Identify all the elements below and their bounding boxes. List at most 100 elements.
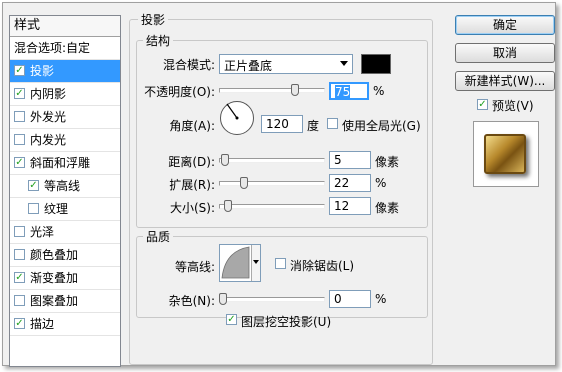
style-item[interactable]: 等高线 — [10, 175, 120, 198]
contour-dropdown-icon[interactable] — [251, 245, 260, 281]
style-item-checkbox[interactable] — [14, 157, 25, 168]
style-item[interactable]: 投影 — [10, 60, 120, 83]
style-item-label: 内发光 — [30, 133, 67, 147]
opacity-input[interactable]: 75 — [329, 82, 369, 100]
style-item[interactable]: 渐变叠加 — [10, 267, 120, 290]
angle-unit: 度 — [307, 119, 320, 133]
style-item[interactable]: 颜色叠加 — [10, 244, 120, 267]
style-item-checkbox[interactable] — [14, 111, 25, 122]
style-item-label: 内阴影 — [30, 87, 67, 101]
blend-mode-label: 混合模式: — [162, 58, 215, 72]
contour-label: 等高线: — [174, 260, 215, 274]
style-item-label: 纹理 — [44, 202, 69, 216]
opacity-slider-thumb[interactable] — [291, 84, 299, 96]
opacity-slider[interactable] — [219, 88, 325, 93]
distance-slider[interactable] — [219, 158, 325, 163]
distance-input[interactable]: 5 — [329, 151, 371, 169]
anti-alias-checkbox[interactable] — [275, 258, 286, 269]
style-item[interactable]: 图案叠加 — [10, 290, 120, 313]
distance-value: 5 — [334, 153, 342, 167]
blend-options-label: 混合选项:自定 — [14, 41, 91, 55]
structure-group: 结构 混合模式: 正片叠底 不透明度(O): 75 % 角度(A): 120 度… — [136, 32, 428, 228]
spread-percent: % — [375, 176, 387, 190]
angle-label: 角度(A): — [169, 119, 215, 133]
style-item-checkbox[interactable] — [28, 203, 39, 214]
style-item[interactable]: 内发光 — [10, 129, 120, 152]
styles-list: 样式 混合选项:自定 投影内阴影外发光内发光斜面和浮雕等高线纹理光泽颜色叠加渐变… — [9, 15, 121, 367]
spread-value: 22 — [334, 176, 350, 190]
contour-picker[interactable] — [219, 244, 261, 282]
style-item[interactable]: 斜面和浮雕 — [10, 152, 120, 175]
cancel-button[interactable]: 取消 — [455, 43, 555, 63]
angle-input[interactable]: 120 — [261, 115, 303, 133]
spread-slider-thumb[interactable] — [240, 177, 249, 189]
size-input[interactable]: 12 — [329, 197, 371, 215]
angle-needle-icon — [226, 103, 239, 120]
style-item-label: 投影 — [30, 64, 55, 78]
style-item-checkbox[interactable] — [14, 226, 25, 237]
size-label: 大小(S): — [169, 201, 215, 215]
style-item-checkbox[interactable] — [14, 134, 25, 145]
global-light-checkbox[interactable] — [327, 118, 338, 129]
style-item-label: 渐变叠加 — [30, 271, 79, 285]
quality-title: 品质 — [143, 228, 174, 245]
styles-header: 样式 — [10, 16, 120, 37]
style-item[interactable]: 描边 — [10, 313, 120, 336]
spread-input[interactable]: 22 — [329, 174, 371, 192]
style-item[interactable]: 光泽 — [10, 221, 120, 244]
noise-percent: % — [375, 292, 387, 306]
spread-slider[interactable] — [219, 181, 325, 186]
anti-alias-label: 消除锯齿(L) — [290, 259, 355, 273]
ok-button[interactable]: 确定 — [455, 15, 555, 35]
distance-unit: 像素 — [375, 155, 400, 169]
size-unit: 像素 — [375, 201, 400, 215]
opacity-percent: % — [373, 84, 385, 98]
style-item-label: 等高线 — [44, 179, 81, 193]
blend-options-item[interactable]: 混合选项:自定 — [10, 37, 120, 60]
drop-shadow-title: 投影 — [138, 11, 169, 28]
style-item-checkbox[interactable] — [14, 88, 25, 99]
style-item-label: 颜色叠加 — [30, 248, 79, 262]
angle-dial[interactable] — [220, 101, 254, 135]
style-item[interactable]: 外发光 — [10, 106, 120, 129]
layer-style-dialog: 样式 混合选项:自定 投影内阴影外发光内发光斜面和浮雕等高线纹理光泽颜色叠加渐变… — [2, 2, 556, 367]
style-item-checkbox[interactable] — [14, 295, 25, 306]
style-item-label: 斜面和浮雕 — [30, 156, 91, 170]
style-item-label: 光泽 — [30, 225, 55, 239]
style-item-label: 外发光 — [30, 110, 67, 124]
opacity-value: 75 — [335, 85, 351, 99]
size-slider-thumb[interactable] — [223, 200, 232, 212]
noise-value: 0 — [334, 292, 342, 306]
blend-mode-select[interactable]: 正片叠底 — [219, 54, 353, 74]
preview-label: 预览(V) — [492, 99, 534, 113]
noise-input[interactable]: 0 — [329, 290, 371, 308]
knockout-checkbox[interactable] — [226, 314, 237, 325]
preview-checkbox[interactable] — [477, 99, 488, 110]
new-style-button[interactable]: 新建样式(W)... — [455, 71, 555, 91]
knockout-label: 图层挖空投影(U) — [241, 315, 332, 329]
distance-label: 距离(D): — [168, 155, 215, 169]
blend-mode-value: 正片叠底 — [224, 59, 273, 73]
style-item-label: 图案叠加 — [30, 294, 79, 308]
size-value: 12 — [334, 199, 350, 213]
structure-title: 结构 — [143, 32, 174, 49]
style-item-checkbox[interactable] — [28, 180, 39, 191]
dropdown-arrow-icon — [340, 61, 348, 66]
style-item[interactable]: 内阴影 — [10, 83, 120, 106]
size-slider[interactable] — [219, 204, 325, 209]
style-item-checkbox[interactable] — [14, 272, 25, 283]
style-item-label: 描边 — [30, 317, 55, 331]
global-light-label: 使用全局光(G) — [342, 119, 421, 133]
angle-value: 120 — [266, 117, 289, 131]
drop-shadow-group: 投影 结构 混合模式: 正片叠底 不透明度(O): 75 % 角度(A): 12… — [129, 11, 433, 365]
noise-slider[interactable] — [219, 297, 325, 302]
style-item-checkbox[interactable] — [14, 318, 25, 329]
style-item[interactable]: 纹理 — [10, 198, 120, 221]
shadow-color-swatch[interactable] — [361, 54, 391, 74]
style-item-checkbox[interactable] — [14, 65, 25, 76]
noise-slider-thumb[interactable] — [219, 293, 227, 305]
style-item-checkbox[interactable] — [14, 249, 25, 260]
contour-curve-icon — [221, 246, 250, 279]
quality-group: 品质 等高线: 消除锯齿(L) 杂色(N): 0 % — [136, 228, 428, 318]
distance-slider-thumb[interactable] — [220, 154, 229, 166]
